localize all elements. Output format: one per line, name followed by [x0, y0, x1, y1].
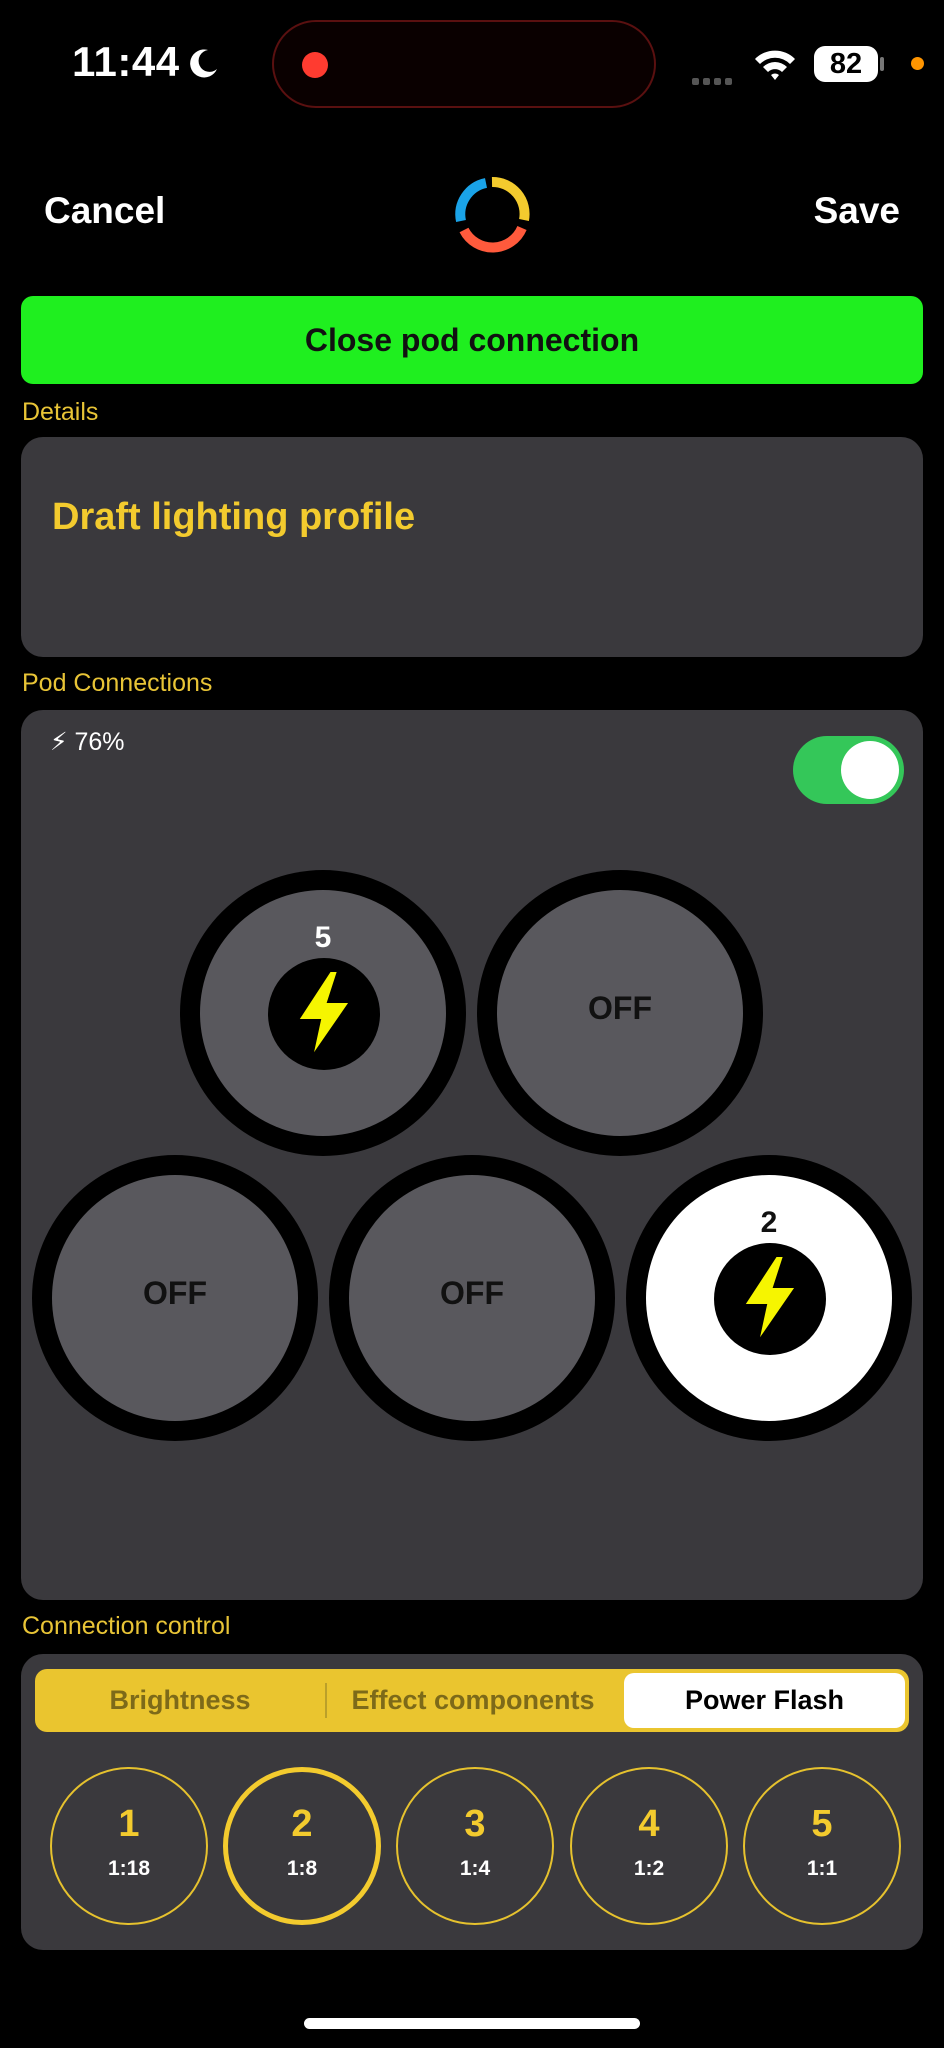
details-section-label: Details [22, 398, 99, 426]
status-time: 11:44 [72, 38, 180, 85]
battery-tip [880, 57, 884, 71]
pod-status: OFF [588, 990, 652, 1026]
pod-inner: OFF [497, 890, 743, 1136]
pod-off-bottom-middle[interactable]: OFF [329, 1155, 615, 1441]
level-ratio: 1:4 [459, 1857, 491, 1880]
pod-2[interactable]: 2 [626, 1155, 912, 1441]
pod-number: 5 [314, 921, 332, 954]
tab-power-flash[interactable]: Power Flash [624, 1673, 905, 1728]
level-number: 4 [638, 1803, 660, 1845]
dynamic-island [272, 20, 656, 108]
level-number: 5 [811, 1803, 833, 1845]
pod-inner: OFF [349, 1175, 595, 1421]
pod-status: OFF [143, 1275, 207, 1311]
pod-number: 2 [760, 1206, 778, 1239]
power-level-5-button[interactable]: 5 1:1 [743, 1767, 901, 1925]
profile-title[interactable]: Draft lighting profile [52, 496, 415, 539]
power-level-4-button[interactable]: 4 1:2 [570, 1767, 728, 1925]
save-button[interactable]: Save [814, 190, 900, 232]
cancel-button[interactable]: Cancel [44, 190, 165, 232]
power-level-3-button[interactable]: 3 1:4 [396, 1767, 554, 1925]
connection-control-label: Connection control [22, 1612, 231, 1640]
level-ratio: 1:8 [286, 1857, 318, 1880]
privacy-indicator-icon [911, 57, 924, 70]
pod-status: OFF [440, 1275, 504, 1311]
lightning-bolt-icon [268, 958, 380, 1070]
app-logo-icon [455, 176, 530, 253]
close-pod-connection-button[interactable]: Close pod connection [21, 296, 923, 384]
level-number: 1 [118, 1803, 140, 1845]
power-level-1-button[interactable]: 1 1:18 [50, 1767, 208, 1925]
level-number: 3 [464, 1803, 486, 1845]
level-ratio: 1:18 [107, 1857, 151, 1880]
battery-indicator: 82 [814, 46, 878, 82]
pod-inner: OFF [52, 1175, 298, 1421]
details-card [21, 437, 923, 657]
level-ratio: 1:2 [633, 1857, 665, 1880]
wifi-icon [755, 50, 795, 80]
pod-off-bottom-left[interactable]: OFF [32, 1155, 318, 1441]
home-indicator[interactable] [304, 2018, 640, 2029]
toggle-knob [841, 741, 899, 799]
level-number: 2 [291, 1803, 313, 1845]
tab-effect-components[interactable]: Effect components [327, 1669, 619, 1732]
power-level-2-button[interactable]: 2 1:8 [223, 1767, 381, 1925]
pod-connections-label: Pod Connections [22, 669, 213, 697]
pod-connection-toggle[interactable] [793, 736, 904, 804]
control-segmented-tabs: Brightness Effect components Power Flash [35, 1669, 909, 1732]
charge-level: ⚡ 76% [50, 728, 125, 756]
pod-inner: 5 [200, 890, 446, 1136]
pod-5[interactable]: 5 [180, 870, 466, 1156]
recording-indicator-icon [302, 52, 328, 78]
pod-off-top-right[interactable]: OFF [477, 870, 763, 1156]
level-ratio: 1:1 [806, 1857, 838, 1880]
cellular-signal-icon [692, 72, 736, 90]
lightning-bolt-icon [714, 1243, 826, 1355]
moon-icon [190, 49, 217, 78]
pod-inner: 2 [646, 1175, 892, 1421]
tab-brightness[interactable]: Brightness [35, 1669, 325, 1732]
